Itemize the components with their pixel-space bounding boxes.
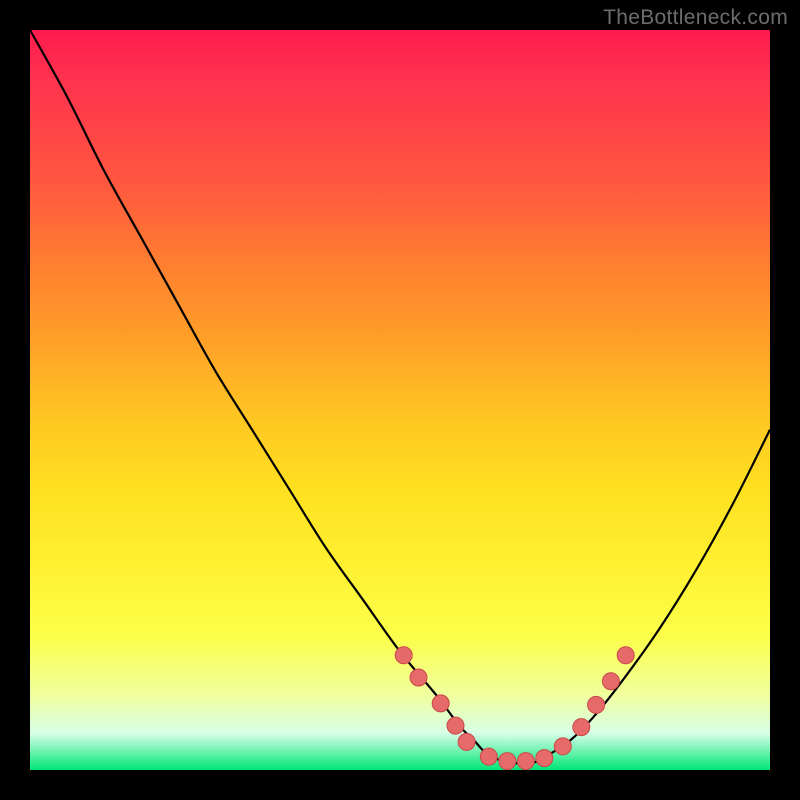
curve-svg: [30, 30, 770, 770]
plot-area: [30, 30, 770, 770]
highlight-dot: [602, 673, 619, 690]
highlight-dot: [517, 753, 534, 770]
highlight-dot: [447, 717, 464, 734]
highlight-dot: [395, 647, 412, 664]
highlight-dot: [432, 695, 449, 712]
highlight-dot: [499, 753, 516, 770]
watermark-text: TheBottleneck.com: [603, 6, 788, 30]
highlight-dot: [536, 750, 553, 767]
highlight-dot: [554, 738, 571, 755]
highlight-dot: [588, 696, 605, 713]
highlight-dot: [480, 748, 497, 765]
highlight-dot: [573, 719, 590, 736]
chart-container: TheBottleneck.com: [0, 0, 800, 800]
highlight-dot: [410, 669, 427, 686]
highlight-dot: [617, 647, 634, 664]
highlight-dots: [395, 647, 634, 770]
highlight-dot: [458, 733, 475, 750]
